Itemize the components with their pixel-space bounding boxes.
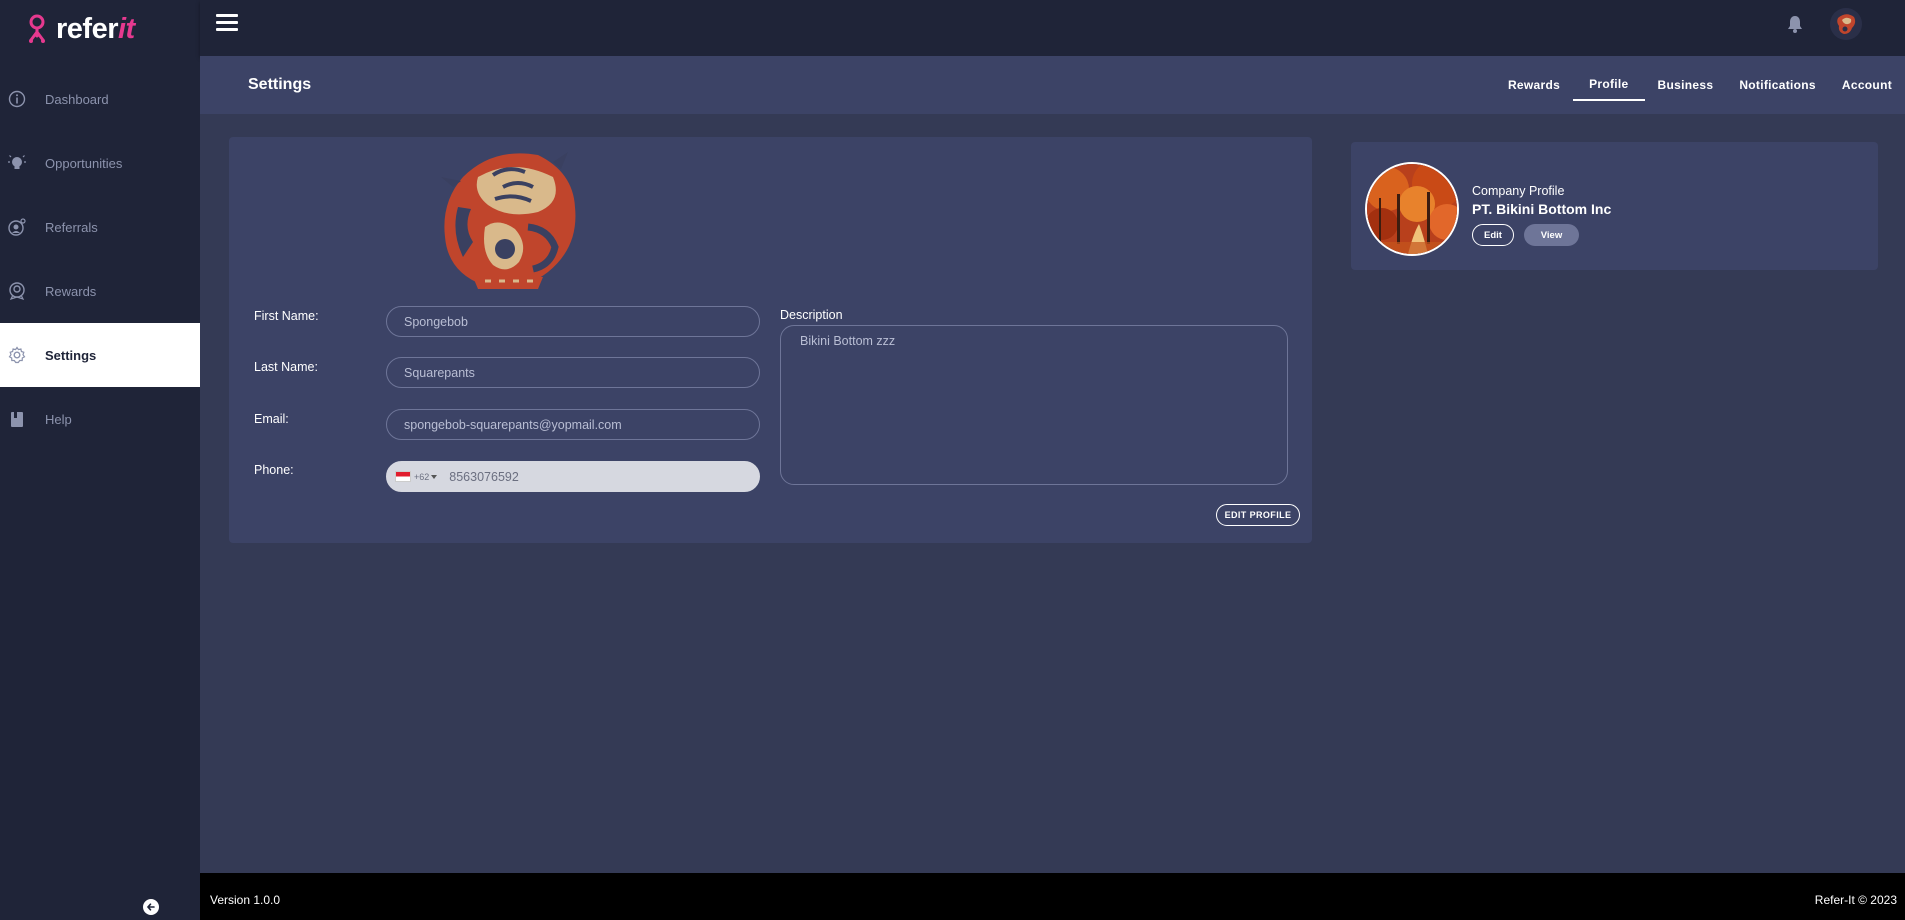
company-avatar[interactable] [1365,162,1459,256]
sidebar-item-dashboard[interactable]: Dashboard [0,67,200,131]
top-bar [200,0,1905,56]
user-avatar[interactable] [1830,8,1862,40]
gear-icon [8,346,26,364]
sidebar-item-help[interactable]: Help [0,387,200,451]
logo-mark-icon [29,14,45,43]
collapse-sidebar-button[interactable] [143,899,159,915]
bell-icon[interactable] [1787,15,1803,33]
tab-profile[interactable]: Profile [1573,69,1645,101]
brand-name: referit [56,12,135,45]
phone-field[interactable]: +62 8563076592 [386,461,760,492]
sidebar-item-label: Help [45,411,72,427]
indonesia-flag-icon [395,471,411,482]
phone-number-value: 8563076592 [449,469,519,484]
award-icon [8,282,26,300]
description-label: Description [780,308,843,322]
sidebar-item-label: Referrals [45,219,98,235]
sidebar-item-settings[interactable]: Settings [0,323,200,387]
description-textarea[interactable]: Bikini Bottom zzz [780,325,1288,485]
sidebar-item-label: Opportunities [45,155,123,171]
settings-tabs: Rewards Profile Business Notifications A… [1495,56,1905,114]
arrow-left-icon [146,903,155,911]
referral-icon [8,218,26,236]
profile-card: First Name: Spongebob Last Name: Squarep… [229,137,1312,543]
profile-picture[interactable] [433,147,583,295]
sidebar-item-label: Settings [45,347,97,363]
first-name-field[interactable]: Spongebob [386,306,760,337]
phone-label: Phone: [254,463,294,477]
sidebar-item-rewards[interactable]: Rewards [0,259,200,323]
company-profile-card: Company Profile PT. Bikini Bottom Inc Ed… [1351,142,1878,270]
email-label: Email: [254,412,289,426]
company-name: PT. Bikini Bottom Inc [1472,201,1612,217]
info-circle-icon [8,90,26,108]
company-edit-button[interactable]: Edit [1472,224,1514,246]
menu-toggle-icon[interactable] [216,14,238,32]
tab-rewards[interactable]: Rewards [1495,69,1573,101]
sidebar-item-label: Dashboard [45,91,109,107]
company-profile-label: Company Profile [1472,184,1565,198]
email-field[interactable]: spongebob-squarepants@yopmail.com [386,409,760,440]
sidebar: referit Dashboard Opportunities Referral… [0,0,200,920]
page-title: Settings [248,76,312,93]
sidebar-nav: Dashboard Opportunities Referrals Reward… [0,67,200,451]
tab-business[interactable]: Business [1645,69,1727,101]
tab-account[interactable]: Account [1829,69,1905,101]
country-code-select[interactable]: +62 [414,472,438,482]
book-icon [8,410,26,428]
last-name-label: Last Name: [254,360,318,374]
edit-profile-button[interactable]: EDIT PROFILE [1216,504,1300,526]
page-header: Settings Rewards Profile Business Notifi… [200,56,1905,114]
last-name-field[interactable]: Squarepants [386,357,760,388]
company-view-button[interactable]: View [1524,224,1579,246]
footer: Version 1.0.0 Refer-It © 2023 [200,873,1905,920]
lightbulb-icon [8,154,26,172]
sidebar-item-referrals[interactable]: Referrals [0,195,200,259]
version-text: Version 1.0.0 [210,893,281,907]
sidebar-item-opportunities[interactable]: Opportunities [0,131,200,195]
sidebar-item-label: Rewards [45,283,97,299]
tab-notifications[interactable]: Notifications [1726,69,1829,101]
first-name-label: First Name: [254,309,319,323]
copyright-text: Refer-It © 2023 [1814,893,1897,907]
brand-logo[interactable]: referit [26,12,135,46]
